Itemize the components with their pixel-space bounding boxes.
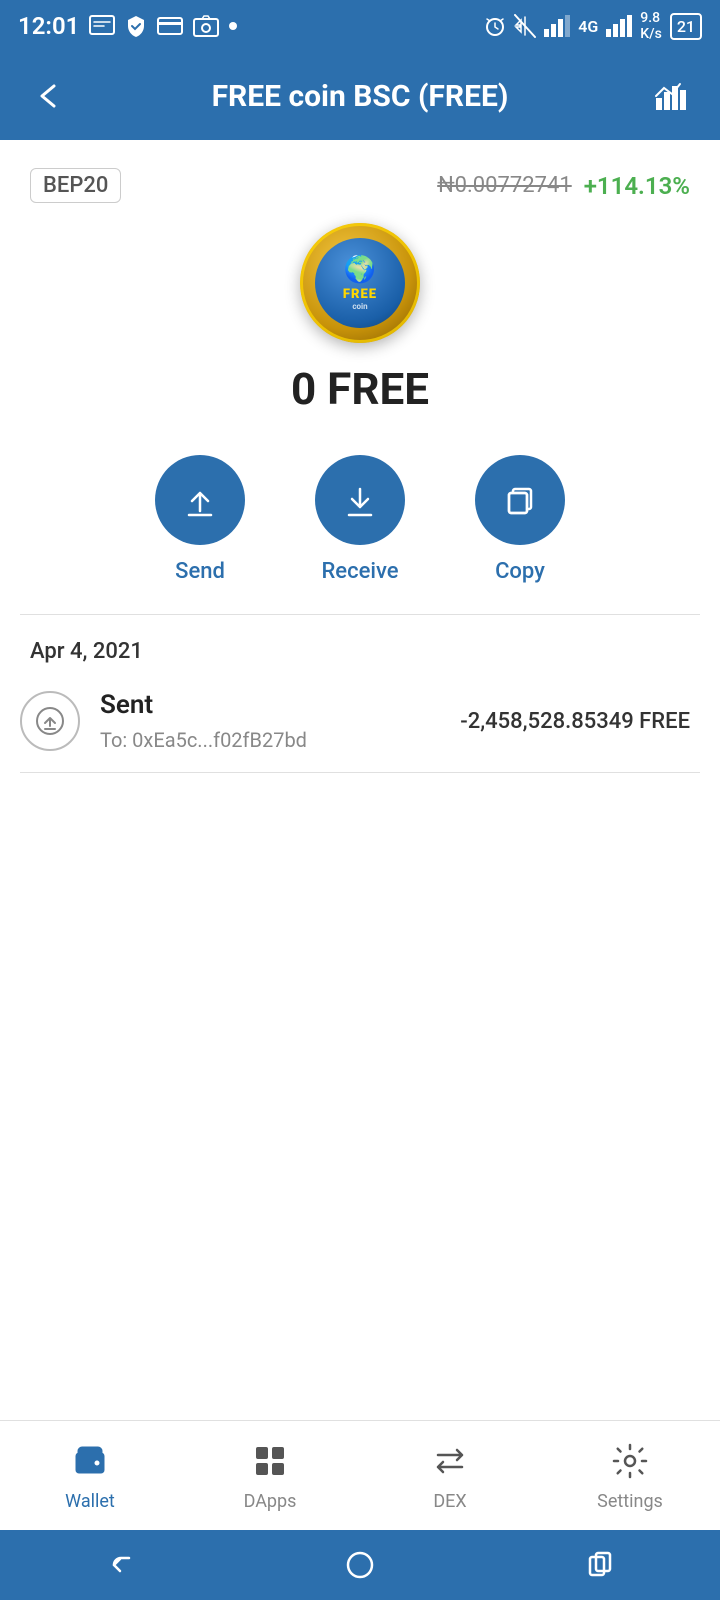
token-info-row: BEP20 ₦0.00772741 +114.13% [0, 140, 720, 213]
tx-details: Sent To: 0xEa5c...f02fB27bd [100, 690, 440, 752]
bottom-nav: Wallet DApps DEX [0, 1420, 720, 1530]
dapps-nav-icon [248, 1439, 292, 1483]
shield-icon [125, 14, 147, 38]
nav-item-wallet[interactable]: Wallet [0, 1439, 180, 1512]
tx-address: To: 0xEa5c...f02fB27bd [100, 728, 440, 752]
tx-icon [20, 691, 80, 751]
copy-label: Copy [495, 559, 545, 584]
battery-level: 21 [677, 17, 695, 36]
dex-nav-label: DEX [433, 1491, 466, 1512]
token-price-row: ₦0.00772741 +114.13% [437, 172, 690, 200]
coin-logo: 🌍 FREE coin [300, 223, 420, 343]
status-right: 4G 9.8K/s 21 [484, 10, 702, 42]
transaction-date: Apr 4, 2021 [0, 615, 720, 680]
nav-item-dapps[interactable]: DApps [180, 1439, 360, 1512]
sys-recent-button[interactable] [570, 1545, 630, 1585]
sys-home-button[interactable] [330, 1545, 390, 1585]
chart-button[interactable] [648, 72, 696, 120]
copy-button[interactable] [475, 455, 565, 545]
main-content: BEP20 ₦0.00772741 +114.13% 🌍 FREE coin 0… [0, 140, 720, 1420]
balance-display: 0 FREE [0, 363, 720, 415]
message-icon [89, 15, 115, 37]
page-title: FREE coin BSC (FREE) [72, 79, 648, 114]
status-time: 12:01 [18, 12, 79, 40]
settings-nav-icon [608, 1439, 652, 1483]
receive-button-container[interactable]: Receive [315, 455, 405, 584]
battery-indicator: 21 [670, 13, 702, 40]
send-label: Send [175, 559, 225, 584]
dot-indicator [229, 22, 237, 30]
action-buttons: Send Receive Copy [0, 455, 720, 584]
tx-type: Sent [100, 690, 440, 720]
network-label: 4G [578, 17, 598, 36]
send-button-container[interactable]: Send [155, 455, 245, 584]
wallet-nav-label: Wallet [65, 1491, 115, 1512]
speed-label: 9.8K/s [640, 10, 662, 42]
tx-amount: -2,458,528.85349 FREE [460, 709, 690, 734]
nav-item-settings[interactable]: Settings [540, 1439, 720, 1512]
camera-icon [193, 15, 219, 37]
token-badge: BEP20 [30, 168, 121, 203]
coin-logo-container: 🌍 FREE coin [0, 223, 720, 343]
transaction-item[interactable]: Sent To: 0xEa5c...f02fB27bd -2,458,528.8… [0, 680, 720, 772]
header: FREE coin BSC (FREE) [0, 52, 720, 140]
alarm-icon [484, 14, 506, 38]
dex-nav-icon [428, 1439, 472, 1483]
back-button[interactable] [24, 72, 72, 120]
token-change: +114.13% [584, 172, 690, 200]
wallet-nav-icon [68, 1439, 112, 1483]
copy-button-container[interactable]: Copy [475, 455, 565, 584]
token-price: ₦0.00772741 [437, 173, 572, 198]
signal-icon [544, 15, 570, 37]
coin-text-small: coin [352, 302, 367, 311]
mute-icon [514, 14, 536, 38]
sys-back-button[interactable] [90, 1545, 150, 1585]
card-icon [157, 17, 183, 35]
status-left: 12:01 [18, 12, 237, 40]
settings-nav-label: Settings [597, 1491, 663, 1512]
coin-inner: 🌍 FREE coin [315, 238, 405, 328]
status-bar: 12:01 4G 9.8K/s 21 [0, 0, 720, 52]
send-button[interactable] [155, 455, 245, 545]
receive-label: Receive [321, 559, 398, 584]
nav-item-dex[interactable]: DEX [360, 1439, 540, 1512]
dapps-nav-label: DApps [244, 1491, 297, 1512]
system-nav-bar [0, 1530, 720, 1600]
receive-button[interactable] [315, 455, 405, 545]
globe-icon: 🌍 [344, 255, 376, 285]
coin-text-free: FREE [343, 287, 377, 302]
signal2-icon [606, 15, 632, 37]
tx-divider [20, 772, 700, 773]
